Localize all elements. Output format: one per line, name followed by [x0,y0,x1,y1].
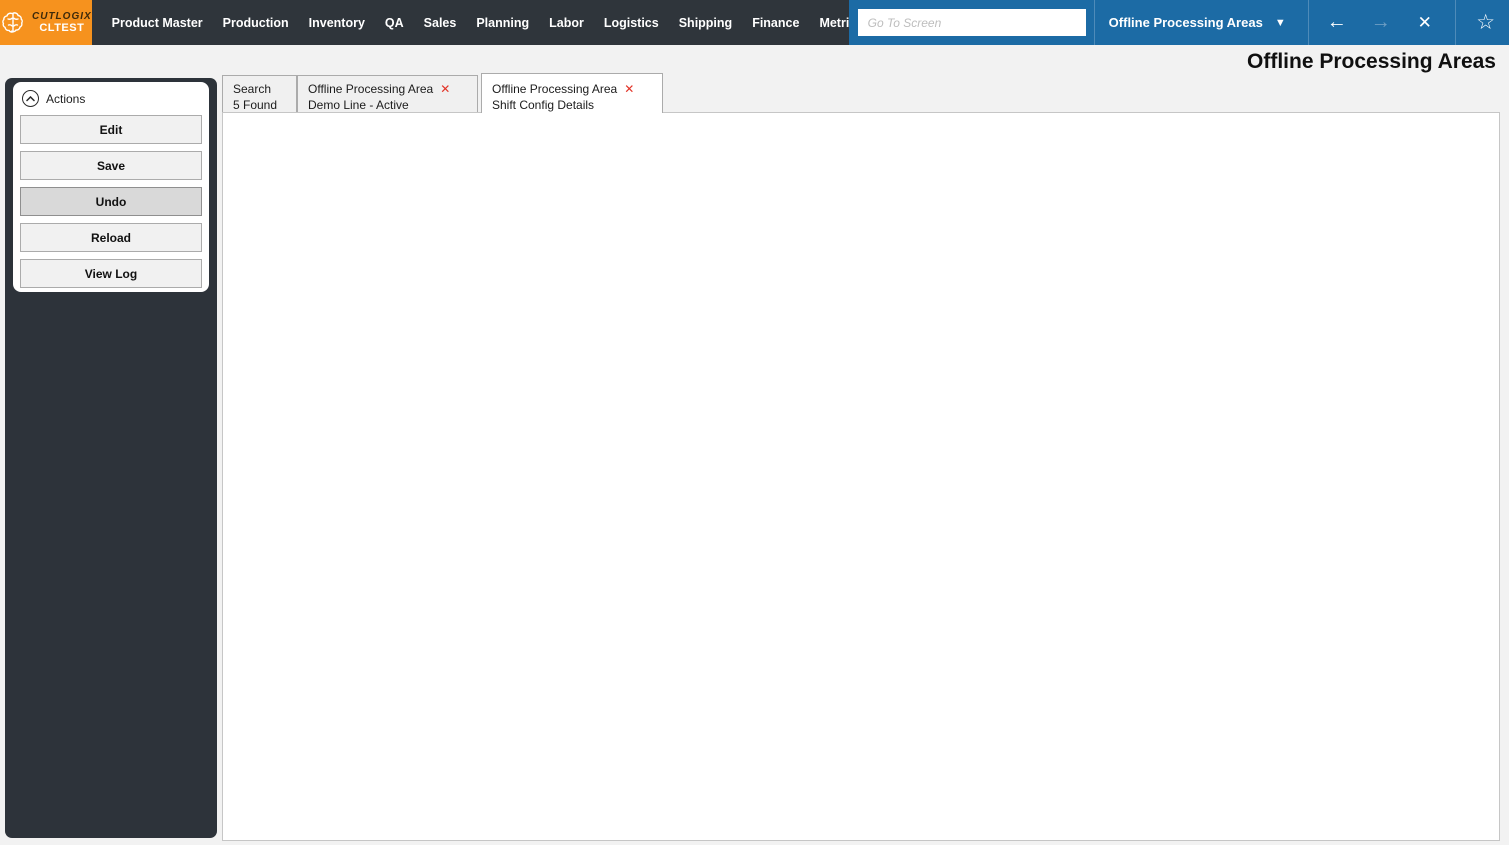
screen-selector-dropdown[interactable]: Offline Processing Areas ▼ [1095,0,1300,45]
tab-title: Search [233,82,272,96]
save-button[interactable]: Save [20,151,202,180]
app-window: CUTLOGIX CLTEST Product Master Productio… [0,0,1509,845]
actions-panel: Actions Edit Save Undo Reload View Log [13,82,209,292]
tab-shift-config-details[interactable]: Offline Processing Area ✕ Shift Config D… [481,73,663,113]
brand-name: CUTLOGIX [32,10,92,22]
page-title: Offline Processing Areas [1247,50,1496,73]
caret-down-icon: ▼ [1274,16,1286,29]
edit-button[interactable]: Edit [20,115,202,144]
undo-button[interactable]: Undo [20,187,202,216]
tab-subtitle: Shift Config Details [492,98,595,112]
menu-item-shipping[interactable]: Shipping [669,0,742,45]
menu-item-logistics[interactable]: Logistics [594,0,669,45]
top-bar: CUTLOGIX CLTEST Product Master Productio… [0,0,1509,45]
back-button[interactable]: ← [1317,4,1357,42]
favorite-star-button[interactable]: ☆ [1460,0,1509,45]
sidebar: Actions Edit Save Undo Reload View Log [5,78,217,838]
logo-text: CUTLOGIX CLTEST [32,11,92,34]
tab-close-icon[interactable]: ✕ [440,81,450,97]
tab-offline-processing-area-demo-line[interactable]: Offline Processing Area ✕ Demo Line - Ac… [297,75,478,112]
environment-name: CLTEST [39,21,85,34]
menu-item-sales[interactable]: Sales [414,0,467,45]
history-nav-group: ← → ✕ [1309,0,1453,45]
main-menu: Product Master Production Inventory QA S… [91,0,928,45]
toolbar-blue-section: Offline Processing Areas ▼ ← → ✕ ☆ [848,0,1509,45]
reload-button[interactable]: Reload [20,223,202,252]
close-screen-button[interactable]: ✕ [1405,4,1445,42]
tab-title: Offline Processing Area [492,82,618,96]
toolbar-divider [1454,0,1456,45]
menu-item-finance[interactable]: Finance [742,0,809,45]
app-logo[interactable]: CUTLOGIX CLTEST [0,0,92,45]
go-to-screen-input[interactable] [857,9,1086,36]
menu-item-labor[interactable]: Labor [539,0,594,45]
tab-title: Offline Processing Area [308,82,434,96]
collapse-panel-icon[interactable] [22,90,39,107]
tab-search-results[interactable]: Search 5 Found [222,75,297,112]
menu-item-planning[interactable]: Planning [466,0,539,45]
tab-subtitle: 5 Found [233,98,278,112]
tab-subtitle: Demo Line - Active [308,98,409,112]
brain-logo-icon [0,10,26,36]
menu-item-production[interactable]: Production [213,0,299,45]
menu-item-inventory[interactable]: Inventory [299,0,375,45]
actions-panel-header: Actions [20,88,202,115]
screen-selector-label: Offline Processing Areas [1108,15,1263,30]
tab-close-icon[interactable]: ✕ [624,81,634,97]
content-panel [222,112,1500,841]
menu-item-qa[interactable]: QA [375,0,414,45]
actions-panel-title: Actions [46,91,86,106]
menu-item-product-master[interactable]: Product Master [102,0,213,45]
forward-button[interactable]: → [1361,4,1401,42]
view-log-button[interactable]: View Log [20,259,202,288]
